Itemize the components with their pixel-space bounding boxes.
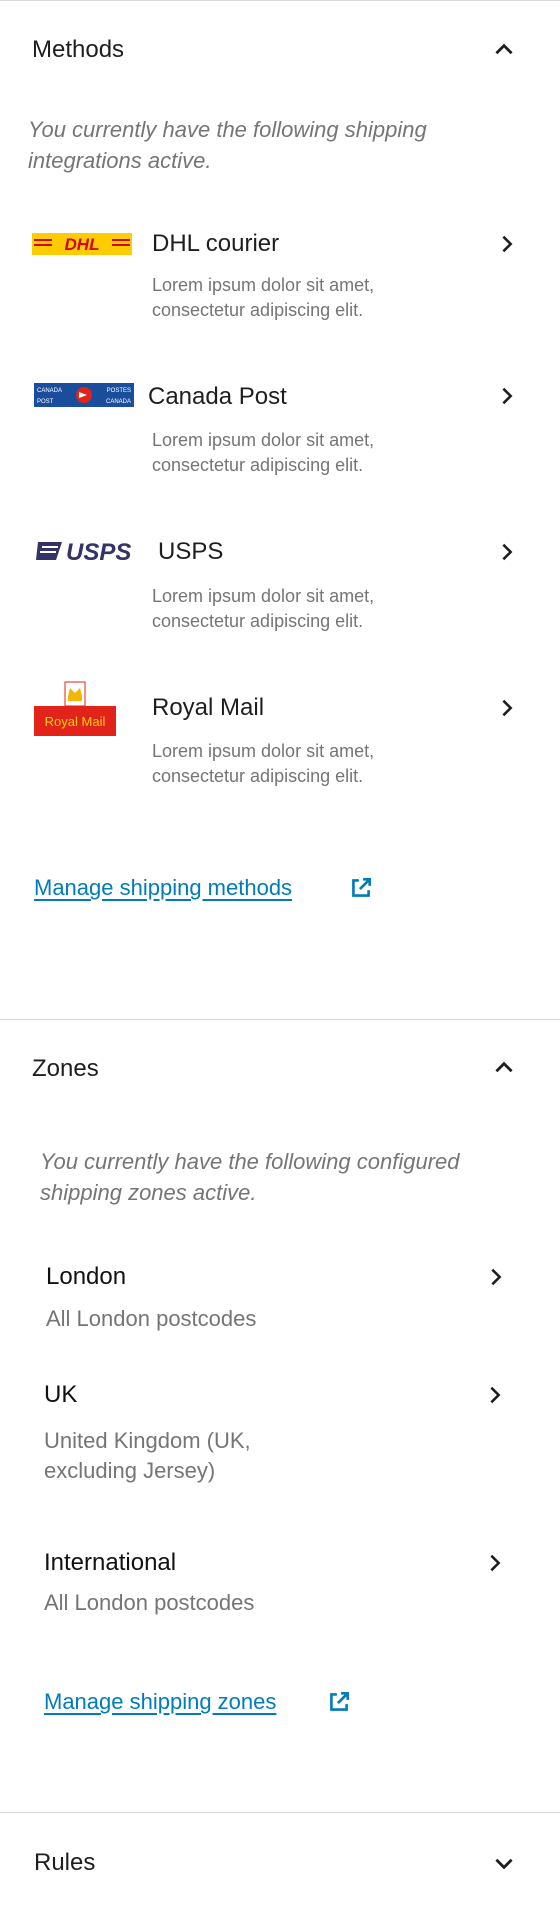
rules-expand-button[interactable] bbox=[486, 1845, 522, 1881]
method-dhl-open-button[interactable] bbox=[492, 229, 522, 259]
method-description: Lorem ipsum dolor sit amet, consectetur … bbox=[152, 586, 375, 631]
chevron-down-icon bbox=[495, 1858, 513, 1870]
manage-shipping-zones-link[interactable]: Manage shipping zones bbox=[44, 1689, 276, 1715]
external-link-icon[interactable] bbox=[348, 875, 374, 901]
method-name: USPS bbox=[158, 538, 224, 565]
chevron-up-icon bbox=[495, 43, 513, 55]
top-divider bbox=[0, 0, 560, 1]
zones-collapse-button[interactable] bbox=[486, 1050, 522, 1086]
zone-description: United Kingdom (UK, excluding Jersey) bbox=[44, 1428, 251, 1483]
method-canada-post-open-button[interactable] bbox=[492, 381, 522, 411]
methods-collapse-button[interactable] bbox=[486, 32, 522, 68]
methods-intro: You currently have the following shippin… bbox=[28, 117, 427, 173]
canada-post-logo: CANADA POSTES POST CANADA bbox=[34, 383, 134, 407]
method-usps-open-button[interactable] bbox=[492, 537, 522, 567]
chevron-right-icon bbox=[502, 235, 513, 253]
dhl-logo: DHL bbox=[32, 233, 132, 255]
method-description: Lorem ipsum dolor sit amet, consectetur … bbox=[152, 741, 375, 786]
svg-text:Royal Mail: Royal Mail bbox=[45, 714, 106, 729]
chevron-right-icon bbox=[491, 1268, 502, 1286]
zone-london-open-button[interactable] bbox=[481, 1262, 511, 1292]
svg-text:CANADA: CANADA bbox=[37, 388, 62, 394]
royal-mail-logo: Royal Mail bbox=[34, 680, 116, 736]
zone-name: International bbox=[44, 1549, 177, 1576]
zones-title: Zones bbox=[32, 1055, 99, 1082]
svg-text:USPS: USPS bbox=[66, 539, 131, 564]
chevron-right-icon bbox=[490, 1554, 501, 1572]
method-name: DHL courier bbox=[152, 230, 280, 257]
method-description: Lorem ipsum dolor sit amet, consectetur … bbox=[152, 430, 375, 475]
section-divider bbox=[0, 1812, 560, 1813]
section-divider bbox=[0, 1019, 560, 1020]
chevron-right-icon bbox=[490, 1386, 501, 1404]
zones-intro: You currently have the following configu… bbox=[40, 1149, 460, 1205]
dhl-logo-text: DHL bbox=[65, 235, 100, 254]
external-link-icon[interactable] bbox=[326, 1689, 352, 1715]
chevron-up-icon bbox=[495, 1061, 513, 1073]
svg-text:CANADA: CANADA bbox=[106, 399, 131, 405]
methods-title: Methods bbox=[32, 36, 125, 63]
usps-logo: USPS bbox=[36, 538, 142, 566]
zone-international-open-button[interactable] bbox=[480, 1548, 510, 1578]
chevron-right-icon bbox=[502, 387, 513, 405]
method-name: Royal Mail bbox=[152, 694, 265, 721]
method-royal-mail-open-button[interactable] bbox=[492, 693, 522, 723]
svg-text:POST: POST bbox=[37, 399, 54, 405]
manage-shipping-methods-link[interactable]: Manage shipping methods bbox=[34, 875, 292, 901]
method-name: Canada Post bbox=[148, 383, 287, 410]
method-description: Lorem ipsum dolor sit amet, consectetur … bbox=[152, 275, 375, 320]
rules-title: Rules bbox=[34, 1849, 96, 1876]
zone-name: UK bbox=[44, 1381, 78, 1408]
zone-description: All London postcodes bbox=[46, 1306, 257, 1331]
zone-uk-open-button[interactable] bbox=[480, 1380, 510, 1410]
chevron-right-icon bbox=[502, 543, 513, 561]
zone-description: All London postcodes bbox=[44, 1590, 255, 1615]
chevron-right-icon bbox=[502, 699, 513, 717]
zone-name: London bbox=[46, 1263, 127, 1290]
svg-text:POSTES: POSTES bbox=[107, 388, 131, 394]
